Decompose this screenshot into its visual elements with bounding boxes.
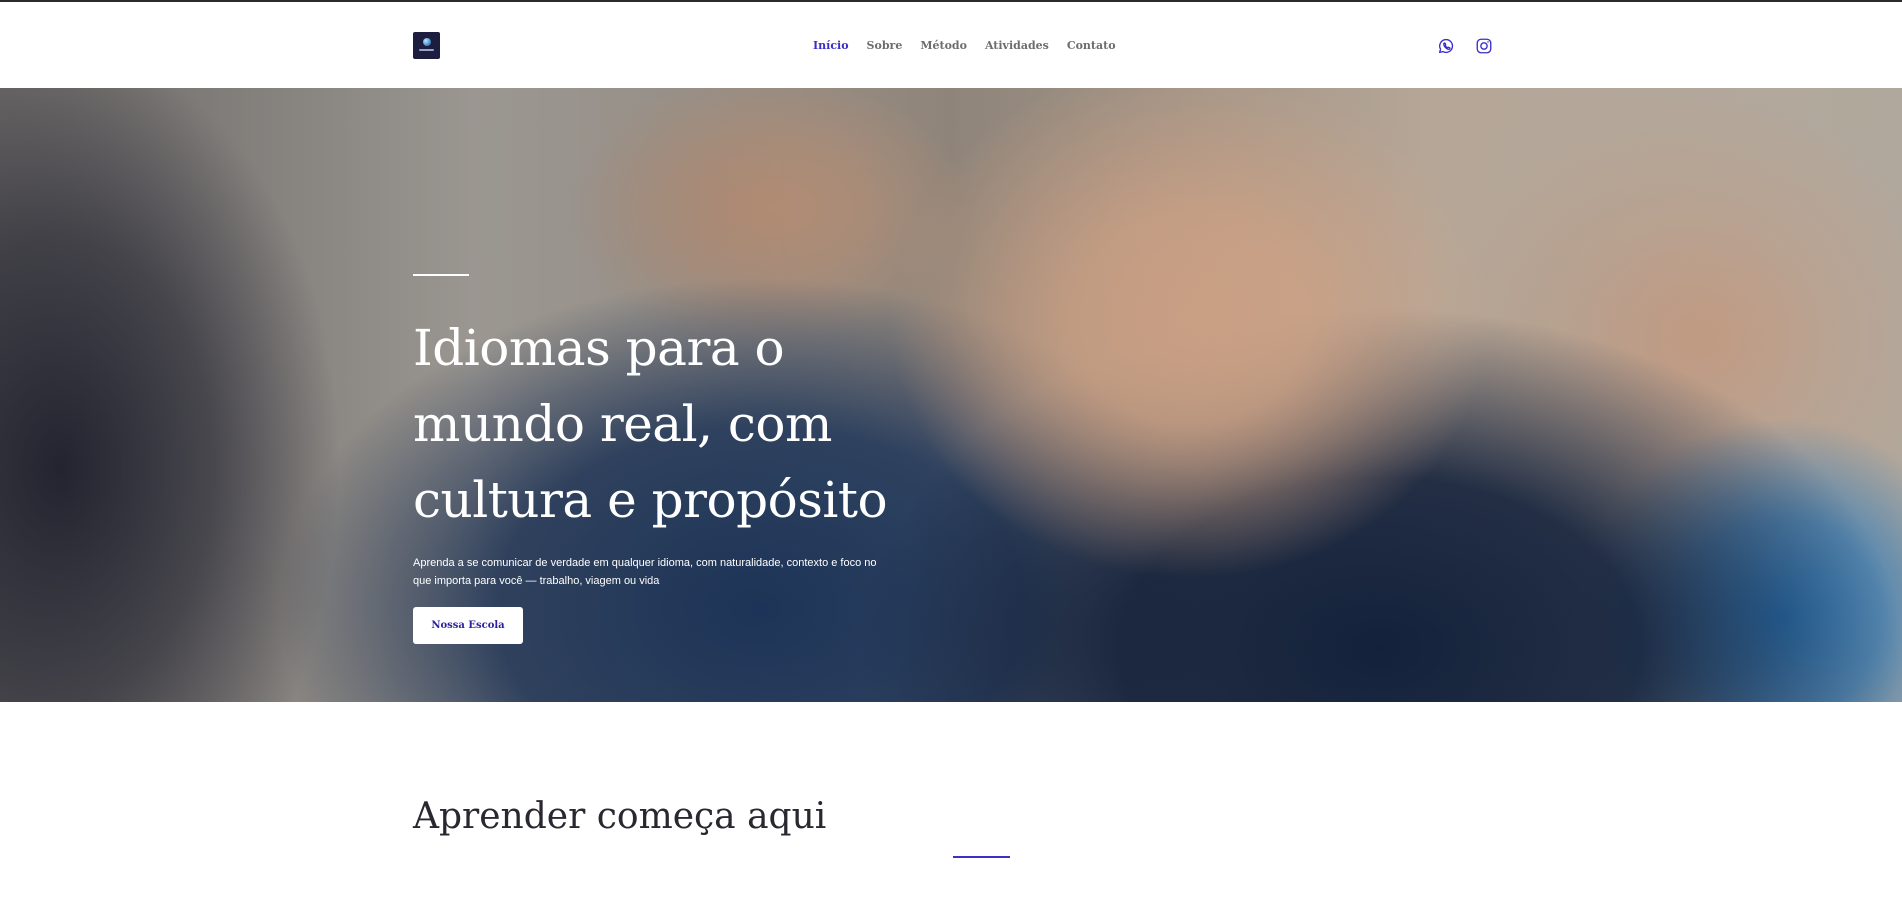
hero-banner: Idiomas para o mundo real, com cultura e… bbox=[0, 88, 1902, 702]
site-logo[interactable] bbox=[413, 32, 440, 59]
nav-item-inicio[interactable]: Início bbox=[813, 38, 849, 54]
hero-content: Idiomas para o mundo real, com cultura e… bbox=[413, 88, 933, 702]
logo-wordmark bbox=[419, 49, 434, 51]
nossa-escola-button[interactable]: Nossa Escola bbox=[413, 607, 523, 644]
section-title: Aprender começa aqui bbox=[413, 796, 827, 837]
hero-subtitle: Aprenda a se comunicar de verdade em qua… bbox=[413, 557, 877, 587]
site-header: Início Sobre Método Atividades Contato bbox=[0, 2, 1902, 88]
nav-item-atividades[interactable]: Atividades bbox=[985, 38, 1049, 54]
nav-item-metodo[interactable]: Método bbox=[920, 38, 967, 54]
hero-title: Idiomas para o mundo real, com cultura e… bbox=[413, 319, 888, 529]
hero-divider bbox=[413, 274, 469, 276]
globe-logo-icon bbox=[423, 38, 431, 46]
whatsapp-icon[interactable] bbox=[1437, 37, 1455, 55]
section-divider bbox=[953, 856, 1010, 858]
nav-item-sobre[interactable]: Sobre bbox=[867, 38, 903, 54]
main-nav: Início Sobre Método Atividades Contato bbox=[813, 38, 1134, 54]
instagram-icon[interactable] bbox=[1475, 37, 1493, 55]
nav-item-contato[interactable]: Contato bbox=[1067, 38, 1116, 54]
